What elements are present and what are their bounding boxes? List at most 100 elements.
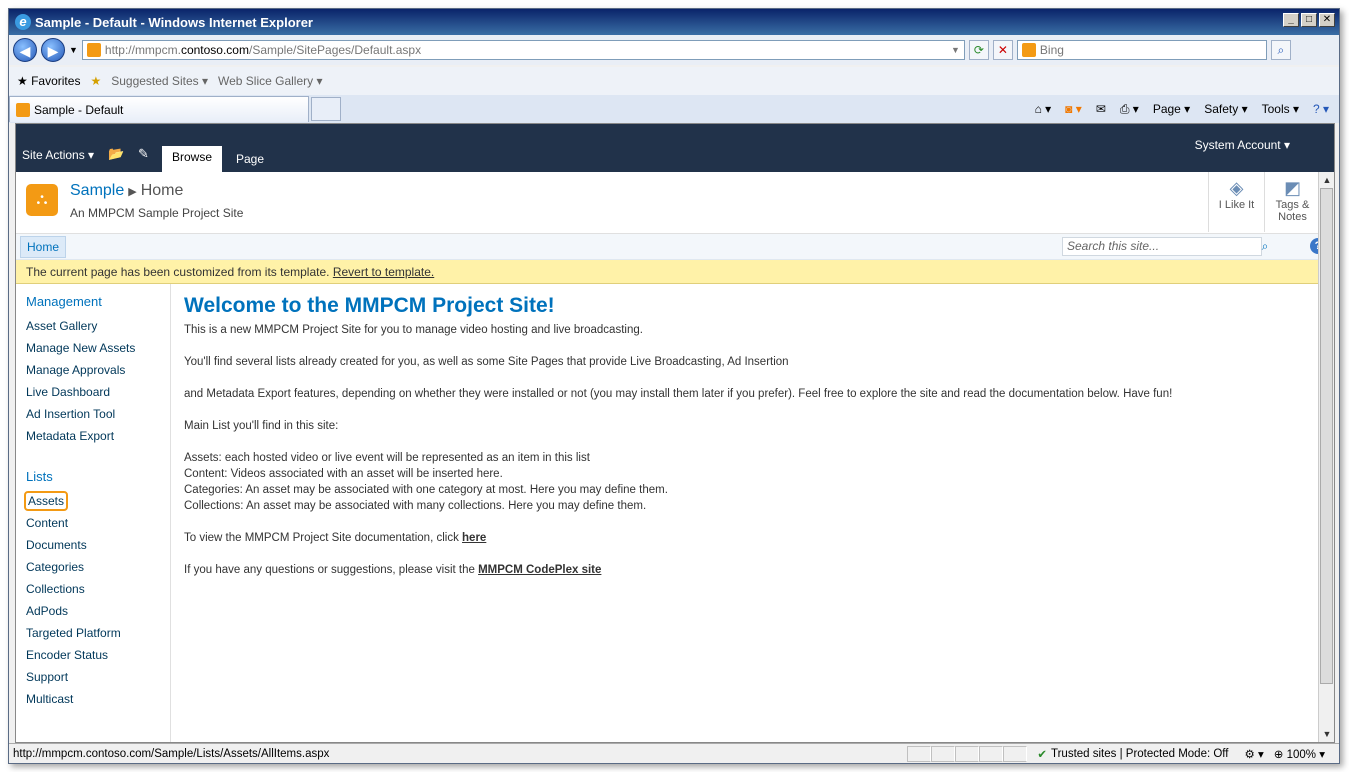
questions-paragraph: If you have any questions or suggestions…	[184, 562, 1324, 578]
nav-content[interactable]: Content	[26, 512, 170, 534]
para-lists-1: You'll find several lists already create…	[184, 356, 789, 368]
refresh-button[interactable]: ⟳	[968, 40, 989, 60]
questions-text: If you have any questions or suggestions…	[184, 564, 475, 576]
site-search-icon[interactable]: ⌕	[1258, 237, 1272, 256]
nav-metadata-export[interactable]: Metadata Export	[26, 425, 170, 447]
scroll-up-icon[interactable]: ▲	[1319, 172, 1334, 188]
site-actions-label: Site Actions	[22, 148, 85, 162]
search-bar[interactable]: Bing	[1016, 40, 1267, 60]
mail-icon[interactable]: ✉	[1096, 102, 1106, 116]
favorites-bar: ★ Favorites ★ Suggested Sites ▾ Web Slic…	[9, 67, 1339, 95]
nav-encoder-status[interactable]: Encoder Status	[26, 644, 170, 666]
security-zone[interactable]: ✔ Trusted sites | Protected Mode: Off	[1027, 747, 1238, 761]
nav-live-dashboard[interactable]: Live Dashboard	[26, 381, 170, 403]
tags-notes-icon: ◩	[1283, 178, 1301, 198]
notice-text: The current page has been customized fro…	[26, 265, 330, 279]
page-menu[interactable]: Page ▾	[1153, 102, 1190, 116]
i-like-it-button[interactable]: ◈ I Like It	[1208, 172, 1264, 232]
maximize-button[interactable]: □	[1301, 13, 1317, 27]
tab-row: Sample - Default ⌂ ▾ ◙ ▾ ✉ ⎙ ▾ Page ▾ Sa…	[9, 95, 1339, 123]
tags-notes-button[interactable]: ◩ Tags & Notes	[1264, 172, 1320, 232]
doc-link[interactable]: here	[462, 532, 486, 544]
home-icon[interactable]: ⌂ ▾	[1035, 102, 1052, 116]
url-host: contoso.com	[180, 43, 249, 57]
vertical-scrollbar[interactable]: ▲ ▼	[1318, 172, 1334, 742]
minimize-button[interactable]: _	[1283, 13, 1299, 27]
close-button[interactable]: ✕	[1319, 13, 1335, 27]
edit-page-icon[interactable]: ✎	[138, 146, 149, 162]
tab-label: Sample - Default	[34, 102, 124, 117]
site-logo-icon[interactable]: ⛬	[26, 184, 58, 216]
nav-documents[interactable]: Documents	[26, 534, 170, 556]
browser-tab[interactable]: Sample - Default	[9, 96, 309, 122]
tools-menu[interactable]: Tools ▾	[1262, 102, 1299, 116]
help-menu-icon[interactable]: ? ▾	[1313, 102, 1329, 116]
lists-heading[interactable]: Lists	[26, 469, 170, 484]
address-bar[interactable]: http://mmpcm.contoso.com/Sample/SitePage…	[81, 40, 965, 60]
rss-icon[interactable]: ◙ ▾	[1065, 102, 1082, 116]
search-placeholder: Bing	[1039, 43, 1064, 57]
page-title: Welcome to the MMPCM Project Site!	[184, 294, 555, 317]
account-label: System Account	[1194, 138, 1281, 152]
site-search-input[interactable]: Search this site...	[1062, 237, 1262, 256]
nav-assets-label: Assets	[23, 491, 69, 511]
zoom-control[interactable]: ⊕ 100% ▾	[1270, 747, 1339, 761]
bing-icon	[1021, 43, 1036, 57]
nav-asset-gallery[interactable]: Asset Gallery	[26, 315, 170, 337]
topnav-home[interactable]: Home	[20, 236, 67, 258]
status-cell	[979, 745, 1004, 762]
nav-multicast[interactable]: Multicast	[26, 688, 170, 710]
command-bar: ⌂ ▾ ◙ ▾ ✉ ⎙ ▾ Page ▾ Safety ▾ Tools ▾ ? …	[1035, 102, 1339, 117]
tools-menu-label: Tools	[1261, 102, 1290, 116]
nav-manage-new-assets[interactable]: Manage New Assets	[26, 337, 170, 359]
main-list-heading: Main List you'll find in this site:	[184, 420, 339, 432]
management-heading[interactable]: Management	[26, 294, 170, 309]
customized-notice: The current page has been customized fro…	[16, 260, 1334, 284]
zone-text: Trusted sites | Protected Mode: Off	[1051, 747, 1229, 760]
site-actions-menu[interactable]: Site Actions ▾	[22, 148, 94, 162]
forward-button[interactable]: ▶	[41, 38, 65, 62]
nav-assets[interactable]: Assets	[23, 490, 170, 512]
page-content: Site Actions ▾ 📂 ✎ Browse Page System Ac…	[15, 123, 1335, 743]
scroll-down-icon[interactable]: ▼	[1319, 726, 1334, 742]
print-icon[interactable]: ⎙ ▾	[1120, 102, 1139, 117]
tags-label-1: Tags &	[1275, 199, 1310, 211]
back-button[interactable]: ◀	[13, 38, 37, 62]
nav-ad-insertion-tool[interactable]: Ad Insertion Tool	[26, 403, 170, 425]
web-slice-gallery-link[interactable]: Web Slice Gallery ▾	[218, 74, 323, 88]
ie-status-bar: http://mmpcm.contoso.com/Sample/Lists/As…	[9, 743, 1339, 763]
page-menu-label: Page	[1152, 102, 1181, 116]
revert-link[interactable]: Revert to template.	[333, 265, 434, 279]
breadcrumb-current: Home	[140, 182, 184, 199]
breadcrumb-site[interactable]: Sample	[70, 182, 124, 199]
scroll-thumb[interactable]	[1320, 188, 1333, 684]
navigate-up-icon[interactable]: 📂	[108, 146, 124, 162]
site-header: ⛬ Sample ▶ Home An MMPCM Sample Project Si…	[16, 172, 1334, 234]
protected-mode-icon[interactable]: ⚙ ▾	[1238, 747, 1269, 761]
add-favorite-icon[interactable]: ★	[90, 74, 101, 88]
tab-page[interactable]: Page	[226, 148, 274, 172]
nav-adpods[interactable]: AdPods	[26, 600, 170, 622]
nav-targeted-platform[interactable]: Targeted Platform	[26, 622, 170, 644]
stop-button[interactable]: ✕	[992, 40, 1013, 60]
account-menu[interactable]: System Account ▾	[1195, 138, 1290, 152]
nav-manage-approvals[interactable]: Manage Approvals	[26, 359, 170, 381]
list-desc-collections: Collections: An asset may be associated …	[184, 500, 647, 512]
site-subtitle: An MMPCM Sample Project Site	[70, 206, 244, 220]
page-favicon-icon	[86, 43, 101, 57]
history-dropdown-icon[interactable]: ▼	[69, 45, 78, 55]
sp-ribbon: Site Actions ▾ 📂 ✎ Browse Page System Ac…	[16, 124, 1334, 172]
doc-paragraph: To view the MMPCM Project Site documenta…	[184, 530, 1324, 546]
nav-categories[interactable]: Categories	[26, 556, 170, 578]
safety-menu[interactable]: Safety ▾	[1204, 102, 1247, 116]
nav-collections[interactable]: Collections	[26, 578, 170, 600]
status-cell	[955, 745, 980, 762]
search-go-button[interactable]: ⌕	[1270, 40, 1291, 60]
favorites-button[interactable]: ★ Favorites	[17, 74, 80, 88]
address-dropdown-icon[interactable]: ▼	[951, 45, 964, 55]
nav-support[interactable]: Support	[26, 666, 170, 688]
codeplex-link[interactable]: MMPCM CodePlex site	[478, 564, 601, 576]
new-tab-button[interactable]	[311, 97, 341, 121]
tab-browse[interactable]: Browse	[162, 146, 223, 172]
suggested-sites-link[interactable]: Suggested Sites ▾	[111, 74, 208, 88]
